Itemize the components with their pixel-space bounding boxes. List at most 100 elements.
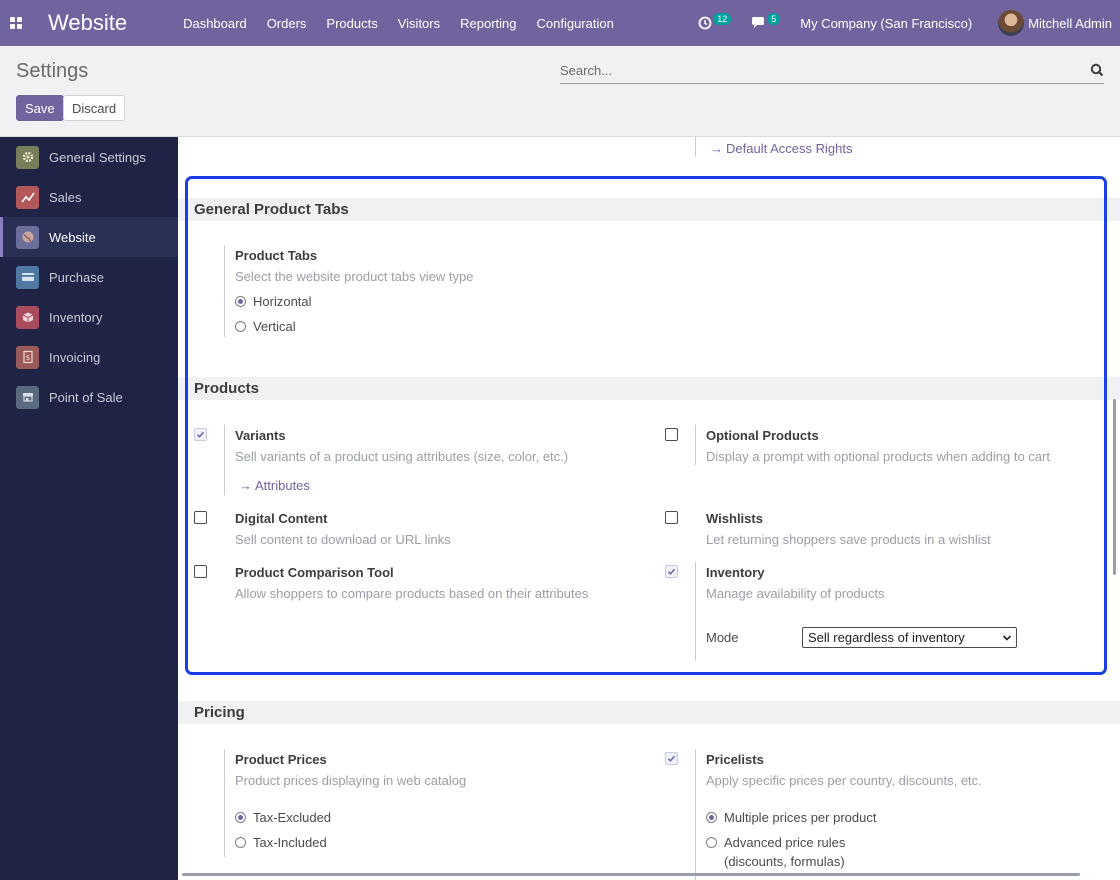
sidebar-item-website[interactable]: Website [0,217,178,257]
optional-products-checkbox[interactable] [665,428,678,441]
setting-digital-content: Digital Content Sell content to download… [224,508,644,548]
radio-tax-included[interactable]: Tax-Included [235,830,644,855]
wishlists-checkbox[interactable] [665,511,678,524]
credit-card-icon [16,265,39,289]
sidebar-item-label: Website [49,229,96,245]
radio-label: Tax-Included [253,835,327,850]
sidebar-item-label: Invoicing [49,349,101,365]
setting-product-tabs: Product Tabs Select the website product … [224,245,644,337]
radio-button[interactable] [235,812,246,823]
main-menu: Dashboard Orders Products Visitors Repor… [175,16,624,31]
sidebar-item-invoicing[interactable]: $ Invoicing [0,337,178,377]
setting-title: Wishlists [706,511,763,526]
apps-menu-icon[interactable] [0,0,32,46]
store-icon [16,385,39,409]
horizontal-scrollbar[interactable] [182,873,1080,876]
radio-label: Advanced price rules [724,835,846,850]
messages-button[interactable]: 5 [751,13,781,30]
setting-description: Apply specific prices per country, disco… [706,773,982,788]
radio-vertical[interactable]: Vertical [235,314,644,339]
setting-title: Inventory [706,565,765,580]
radio-label: Multiple prices per product [724,810,877,825]
menu-reporting[interactable]: Reporting [450,16,526,31]
sidebar-item-label: Purchase [49,269,104,285]
digital-content-checkbox[interactable] [194,511,207,524]
mode-label: Mode [706,630,739,645]
sidebar-item-general-settings[interactable]: General Settings [0,137,178,177]
radio-horizontal[interactable]: Horizontal [235,289,644,314]
gear-icon [16,145,39,169]
setting-title: Product Prices [235,752,327,767]
messages-badge: 5 [767,13,781,25]
svg-text:$: $ [25,354,29,362]
radio-button[interactable] [706,812,717,823]
discard-button[interactable]: Discard [63,95,126,121]
globe-icon [16,225,39,249]
setting-description: Sell variants of a product using attribu… [235,449,569,464]
search-icon[interactable] [1090,63,1104,77]
setting-title: Optional Products [706,428,819,443]
radio-tax-excluded[interactable]: Tax-Excluded [235,805,644,830]
user-avatar[interactable] [998,10,1025,36]
search-input[interactable] [560,63,1060,78]
default-access-rights-link[interactable]: → Default Access Rights [695,137,852,157]
sidebar-item-sales[interactable]: Sales [0,177,178,217]
radio-button[interactable] [706,837,717,848]
variants-checkbox[interactable] [194,428,207,441]
radio-label: Horizontal [253,294,312,309]
chat-icon [752,17,765,28]
link-label: Attributes [255,478,310,493]
link-label: Default Access Rights [726,140,853,156]
radio-advanced-rules[interactable]: Advanced price rules [706,830,1105,855]
sidebar-item-inventory[interactable]: Inventory [0,297,178,337]
radio-button[interactable] [235,321,246,332]
sidebar-item-point-of-sale[interactable]: Point of Sale [0,377,178,417]
activities-button[interactable]: 12 [698,13,732,30]
setting-pricelists: Pricelists Apply specific prices per cou… [695,749,1105,880]
inventory-checkbox[interactable] [665,565,678,578]
setting-inventory: Inventory Manage availability of product… [695,562,1105,661]
arrow-right-icon: → [239,478,252,493]
attributes-link[interactable]: → Attributes [235,478,644,493]
clock-icon [698,16,712,30]
pricelists-checkbox[interactable] [665,752,678,765]
section-heading-product-tabs: General Product Tabs [178,198,1120,221]
setting-wishlists: Wishlists Let returning shoppers save pr… [695,508,1105,548]
radio-button[interactable] [235,837,246,848]
setting-title: Variants [235,428,286,443]
check-icon [667,755,676,762]
invoice-icon: $ [16,345,39,369]
sidebar-item-label: General Settings [49,149,146,165]
inventory-mode-select[interactable]: Sell regardless of inventory [802,627,1017,648]
settings-content: → Default Access Rights General Product … [178,137,1120,880]
setting-description: Sell content to download or URL links [235,532,451,547]
setting-description: Let returning shoppers save products in … [706,532,991,547]
save-button[interactable]: Save [16,95,64,121]
menu-visitors[interactable]: Visitors [388,16,450,31]
section-heading-pricing: Pricing [178,701,1120,724]
radio-multiple-prices[interactable]: Multiple prices per product [706,805,1105,830]
setting-comparison-tool: Product Comparison Tool Allow shoppers t… [224,562,644,602]
menu-dashboard[interactable]: Dashboard [175,16,257,31]
check-icon [667,568,676,575]
settings-sidebar: General Settings Sales Website Purchase … [0,137,178,880]
menu-orders[interactable]: Orders [257,16,317,31]
company-switcher[interactable]: My Company (San Francisco) [800,16,972,31]
vertical-scrollbar[interactable] [1113,399,1116,575]
box-icon [16,305,39,329]
activities-badge: 12 [713,13,732,25]
app-brand[interactable]: Website [48,10,127,36]
menu-configuration[interactable]: Configuration [527,16,624,31]
setting-description: Product prices displaying in web catalog [235,773,467,788]
radio-button[interactable] [235,296,246,307]
setting-description: Select the website product tabs view typ… [235,269,474,284]
top-navbar: Website Dashboard Orders Products Visito… [0,0,1120,46]
page-title: Settings [16,60,89,82]
comparison-tool-checkbox[interactable] [194,565,207,578]
setting-description: Allow shoppers to compare products based… [235,586,589,601]
chevron-down-icon [1002,635,1012,641]
menu-products[interactable]: Products [316,16,387,31]
user-menu[interactable]: Mitchell Admin [1028,16,1112,31]
radio-label: Vertical [253,319,296,334]
sidebar-item-purchase[interactable]: Purchase [0,257,178,297]
